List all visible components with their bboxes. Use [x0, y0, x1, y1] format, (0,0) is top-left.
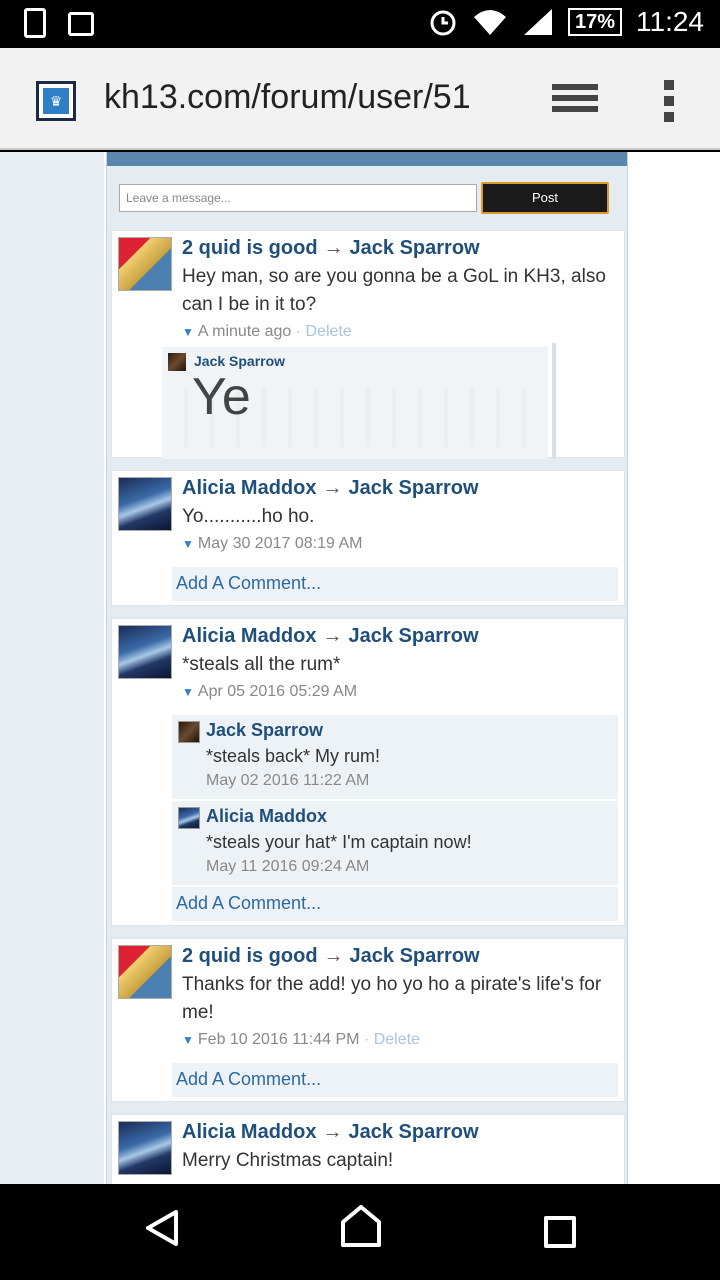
- expand-icon[interactable]: ▼: [182, 1033, 194, 1047]
- recipient-link[interactable]: Jack Sparrow: [348, 1121, 478, 1143]
- author-link[interactable]: 2 quid is good: [182, 237, 318, 259]
- alarm-icon: [430, 10, 456, 36]
- comment-author[interactable]: Alicia Maddox: [206, 806, 327, 827]
- comment-time: May 02 2016 11:22 AM: [206, 772, 370, 789]
- url-field[interactable]: kh13.com/forum/user/51: [104, 78, 471, 117]
- feed-post: 2 quid is good → Jack Sparrow Hey man, so …: [111, 230, 625, 459]
- expand-icon[interactable]: ▼: [182, 537, 194, 551]
- post-meta: ▼ Feb 10 2016 11:44 PM · Delete: [182, 1031, 420, 1049]
- sim-alert-icon: [24, 8, 46, 38]
- message-input[interactable]: Leave a message...: [119, 184, 477, 212]
- post-text: Thanks for the add! yo ho yo ho a pirate…: [182, 974, 602, 1023]
- separator: ·: [295, 323, 302, 340]
- post-time: Apr 05 2016 05:29 AM: [197, 683, 358, 700]
- web-page: Leave a message... Post 2 quid is good → J…: [0, 152, 720, 1184]
- post-title: Alicia Maddox → Jack Sparrow: [182, 1121, 479, 1144]
- left-column: [0, 152, 104, 1184]
- wifi-icon: [473, 10, 506, 35]
- post-time: May 30 2017 08:19 AM: [197, 535, 363, 552]
- arrow-icon: →: [322, 477, 343, 499]
- post-title: Alicia Maddox → Jack Sparrow: [182, 625, 479, 648]
- post-text: Merry Christmas captain!: [182, 1150, 394, 1171]
- system-nav-bar: [0, 1184, 720, 1280]
- back-icon[interactable]: [144, 1208, 180, 1248]
- recipient-link[interactable]: Jack Sparrow: [348, 625, 478, 647]
- browser-toolbar: ♛ kh13.com/forum/user/51: [0, 48, 720, 150]
- image-icon: [68, 12, 94, 36]
- arrow-icon: →: [323, 945, 344, 967]
- separator: ·: [363, 1031, 370, 1048]
- arrow-icon: →: [323, 237, 344, 259]
- signal-icon: [523, 9, 552, 35]
- feed-post: Alicia Maddox → Jack Sparrow Merry Christm…: [111, 1114, 625, 1184]
- post-text: Yo...........ho ho.: [182, 506, 315, 527]
- comment-author[interactable]: Jack Sparrow: [206, 720, 323, 741]
- comment-text: *steals back* My rum!: [206, 746, 381, 766]
- feed-post: 2 quid is good → Jack Sparrow Thanks for t…: [111, 938, 625, 1102]
- feed-post: Alicia Maddox → Jack Sparrow Yo...........…: [111, 470, 625, 606]
- comment-text: *steals your hat* I'm captain now!: [206, 832, 472, 852]
- home-icon[interactable]: [340, 1204, 382, 1248]
- delete-link[interactable]: Delete: [374, 1031, 420, 1048]
- battery-indicator: 17%: [567, 8, 622, 36]
- inline-reply: Jack Sparrow Ye: [162, 343, 556, 459]
- avatar[interactable]: [118, 1121, 172, 1175]
- comment-time: May 11 2016 09:24 AM: [206, 858, 370, 875]
- arrow-icon: →: [322, 1121, 343, 1143]
- post-meta: ▼ May 30 2017 08:19 AM: [182, 535, 362, 553]
- post-time: Feb 10 2016 11:44 PM: [197, 1031, 360, 1048]
- site-favicon[interactable]: ♛: [36, 81, 76, 121]
- post-meta: ▼ A minute ago · Delete: [182, 323, 352, 341]
- reply-avatar: [168, 353, 186, 371]
- expand-icon[interactable]: ▼: [182, 325, 194, 339]
- delete-link[interactable]: Delete: [306, 323, 352, 340]
- author-link[interactable]: Alicia Maddox: [182, 1121, 316, 1143]
- comment-avatar[interactable]: [178, 721, 200, 743]
- clock: 11:24: [636, 6, 704, 37]
- post-time: A minute ago: [197, 323, 292, 340]
- avatar[interactable]: [118, 945, 172, 999]
- profile-feed: Leave a message... Post 2 quid is good → J…: [106, 152, 628, 1184]
- recipient-link[interactable]: Jack Sparrow: [350, 945, 480, 967]
- comment: Alicia Maddox *steals your hat* I'm capt…: [172, 801, 618, 885]
- post-meta: ▼ Apr 05 2016 05:29 AM: [182, 683, 357, 701]
- recipient-link[interactable]: Jack Sparrow: [348, 477, 478, 499]
- add-comment-link[interactable]: Add A Comment...: [172, 567, 618, 601]
- expand-icon[interactable]: ▼: [182, 685, 194, 699]
- author-link[interactable]: Alicia Maddox: [182, 477, 316, 499]
- post-text: Hey man, so are you gonna be a GoL in KH…: [182, 266, 606, 315]
- post-title: Alicia Maddox → Jack Sparrow: [182, 477, 479, 500]
- feed-header: [107, 152, 627, 166]
- post-button[interactable]: Post: [481, 182, 609, 214]
- post-title: 2 quid is good → Jack Sparrow: [182, 945, 480, 968]
- post-title: 2 quid is good → Jack Sparrow: [182, 237, 480, 260]
- add-comment-link[interactable]: Add A Comment...: [172, 1063, 618, 1097]
- scrollbar[interactable]: [552, 343, 556, 459]
- comment: Jack Sparrow *steals back* My rum! May 0…: [172, 715, 618, 799]
- recipient-link[interactable]: Jack Sparrow: [350, 237, 480, 259]
- overflow-menu-icon[interactable]: [664, 80, 678, 128]
- author-link[interactable]: Alicia Maddox: [182, 625, 316, 647]
- avatar[interactable]: [118, 477, 172, 531]
- add-comment-link[interactable]: Add A Comment...: [172, 887, 618, 921]
- avatar[interactable]: [118, 237, 172, 291]
- recent-apps-icon[interactable]: [544, 1216, 576, 1248]
- screen: 17% 11:24 ♛ kh13.com/forum/user/51 Leave…: [0, 0, 720, 1280]
- post-text: *steals all the rum*: [182, 654, 341, 675]
- avatar[interactable]: [118, 625, 172, 679]
- tabs-icon[interactable]: [552, 84, 598, 120]
- author-link[interactable]: 2 quid is good: [182, 945, 318, 967]
- reply-input[interactable]: Ye: [192, 367, 251, 427]
- comment-avatar[interactable]: [178, 807, 200, 829]
- feed-post: Alicia Maddox → Jack Sparrow *steals all t…: [111, 618, 625, 926]
- status-bar: 17% 11:24: [0, 0, 720, 48]
- arrow-icon: →: [322, 625, 343, 647]
